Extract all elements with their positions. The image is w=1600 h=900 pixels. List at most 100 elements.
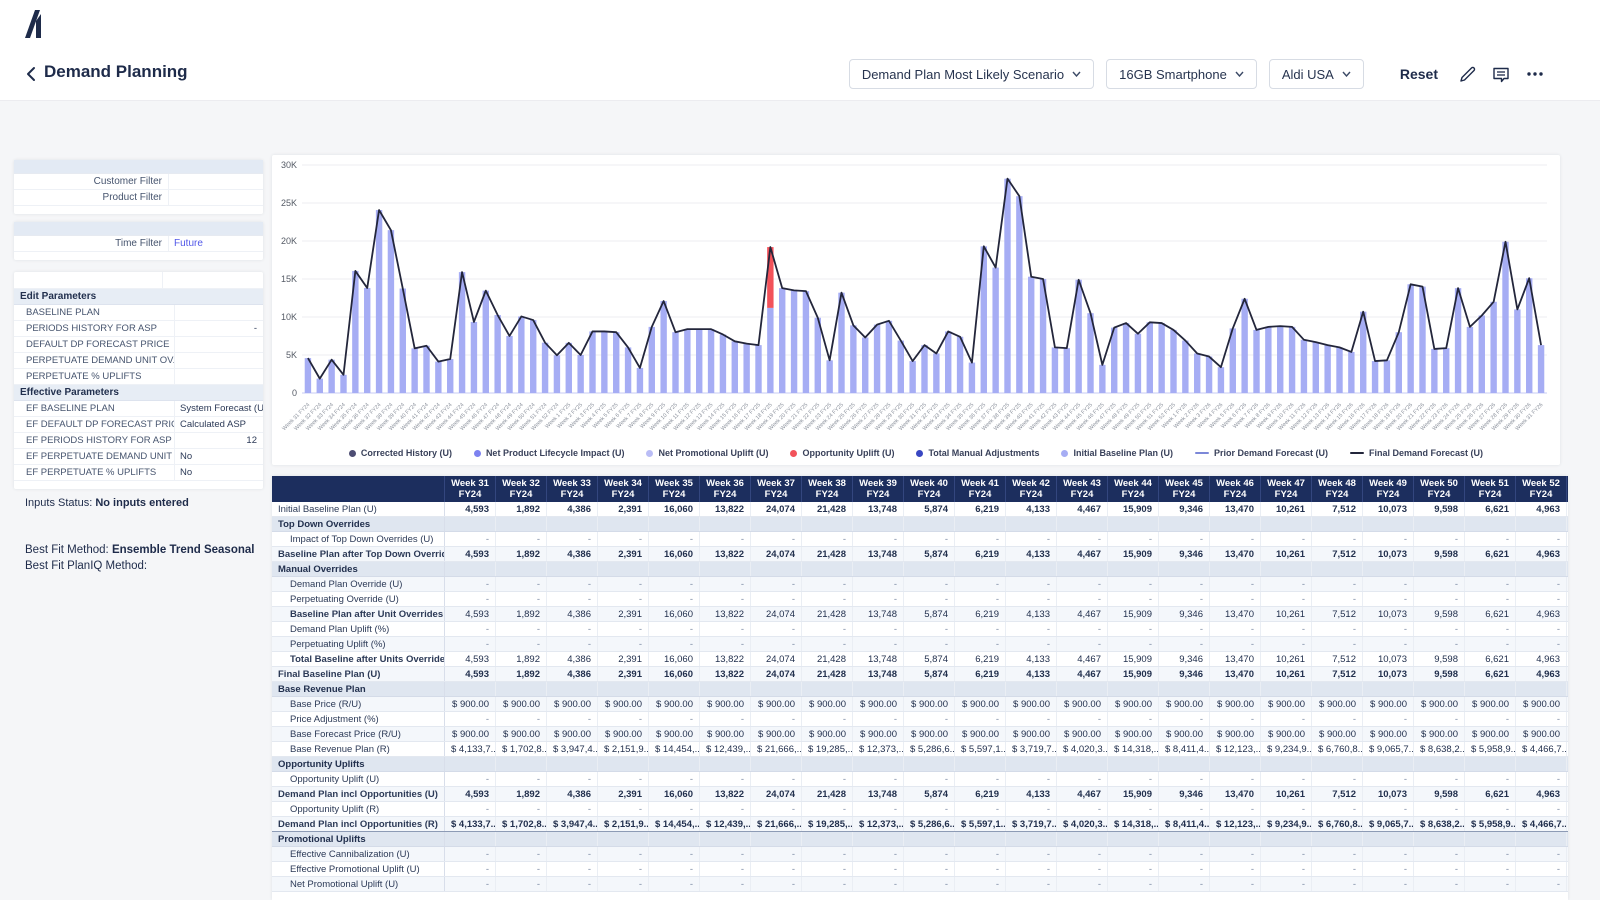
grid-cell[interactable]: - <box>1159 802 1210 817</box>
grid-cell[interactable]: 15,909 <box>1108 667 1159 682</box>
grid-cell[interactable]: - <box>445 862 496 877</box>
grid-cell[interactable] <box>1567 607 1569 622</box>
grid-cell[interactable]: - <box>598 592 649 607</box>
grid-cell[interactable]: $ 900.00 <box>700 697 751 712</box>
legend-item[interactable]: Opportunity Uplift (U) <box>790 448 894 458</box>
grid-cell[interactable]: 6,219 <box>955 787 1006 802</box>
grid-cell[interactable]: 21,428 <box>802 667 853 682</box>
grid-cell[interactable]: - <box>1312 877 1363 892</box>
grid-cell[interactable]: - <box>802 847 853 862</box>
grid-cell[interactable]: - <box>1414 577 1465 592</box>
grid-cell[interactable]: $ 3,947,4... <box>547 817 598 832</box>
grid-cell[interactable]: 2,391 <box>598 547 649 562</box>
legend-item[interactable]: Corrected History (U) <box>349 448 452 458</box>
grid-cell[interactable]: - <box>649 622 700 637</box>
grid-cell[interactable]: - <box>1057 802 1108 817</box>
grid-cell[interactable]: - <box>649 772 700 787</box>
grid-cell[interactable]: - <box>1006 592 1057 607</box>
effective-param-value-cell[interactable]: No <box>174 465 263 480</box>
grid-cell[interactable]: $ 12,439,... <box>700 742 751 757</box>
grid-cell[interactable] <box>1567 547 1569 562</box>
grid-cell[interactable]: $ 19,285,... <box>802 817 853 832</box>
grid-cell[interactable]: $ 900.00 <box>547 697 598 712</box>
grid-cell[interactable]: - <box>1414 802 1465 817</box>
grid-cell[interactable]: - <box>1210 592 1261 607</box>
grid-cell[interactable]: - <box>1057 847 1108 862</box>
grid-cell[interactable]: $ 900.00 <box>1465 697 1516 712</box>
grid-cell[interactable]: $ 19,285,... <box>802 742 853 757</box>
grid-cell[interactable]: 13,470 <box>1210 607 1261 622</box>
grid-cell[interactable]: - <box>751 862 802 877</box>
grid-cell[interactable]: - <box>1567 802 1569 817</box>
grid-cell[interactable]: $ 4,020,3... <box>1057 817 1108 832</box>
grid-cell[interactable]: 2,391 <box>598 787 649 802</box>
grid-cell[interactable]: - <box>1516 622 1567 637</box>
grid-cell[interactable]: 16,060 <box>649 547 700 562</box>
grid-cell[interactable]: 6,621 <box>1465 652 1516 667</box>
grid-cell[interactable]: - <box>1261 802 1312 817</box>
grid-cell[interactable]: 1,892 <box>496 652 547 667</box>
grid-cell[interactable]: $ 9,234,9... <box>1261 817 1312 832</box>
edit-param-value-cell[interactable]: - <box>174 321 263 336</box>
grid-cell[interactable]: - <box>853 577 904 592</box>
grid-cell[interactable]: - <box>751 877 802 892</box>
grid-cell[interactable]: $ 900.00 <box>445 727 496 742</box>
grid-cell[interactable]: $ 7,2... <box>1567 817 1569 832</box>
grid-cell[interactable]: 4,133 <box>1006 502 1057 517</box>
grid-cell[interactable]: - <box>445 847 496 862</box>
back-chevron-icon[interactable] <box>22 64 42 84</box>
grid-cell[interactable]: - <box>496 802 547 817</box>
grid-cell[interactable]: - <box>1567 532 1569 547</box>
grid-cell[interactable]: - <box>496 637 547 652</box>
grid-cell[interactable]: 13,470 <box>1210 667 1261 682</box>
comment-icon[interactable] <box>1490 63 1512 85</box>
time-filter-value-cell[interactable]: Future <box>168 236 263 251</box>
grid-cell[interactable]: - <box>1159 772 1210 787</box>
grid-cell[interactable]: 4,467 <box>1057 547 1108 562</box>
filter-value-cell[interactable] <box>168 190 263 205</box>
grid-cell[interactable]: - <box>751 637 802 652</box>
grid-cell[interactable]: $ 900.00 <box>496 697 547 712</box>
grid-cell[interactable]: 10,073 <box>1363 652 1414 667</box>
grid-cell[interactable]: - <box>1057 532 1108 547</box>
grid-cell[interactable]: - <box>1516 712 1567 727</box>
grid-cell[interactable]: 6,219 <box>955 667 1006 682</box>
grid-cell[interactable]: - <box>649 712 700 727</box>
grid-cell[interactable]: 9,598 <box>1414 787 1465 802</box>
grid-cell[interactable]: 10,261 <box>1261 547 1312 562</box>
grid-cell[interactable]: $ 8,638,2... <box>1414 742 1465 757</box>
grid-cell[interactable]: - <box>1006 577 1057 592</box>
grid-cell[interactable]: - <box>598 532 649 547</box>
grid-cell[interactable]: 5,874 <box>904 502 955 517</box>
grid-cell[interactable]: - <box>496 862 547 877</box>
grid-cell[interactable]: $ 900.00 <box>445 697 496 712</box>
grid-cell[interactable]: - <box>1312 637 1363 652</box>
grid-cell[interactable]: - <box>1465 532 1516 547</box>
week-column-header[interactable]: Week 50FY24 <box>1414 476 1465 502</box>
grid-cell[interactable]: - <box>496 847 547 862</box>
week-column-header[interactable]: Week 44FY24 <box>1108 476 1159 502</box>
grid-cell[interactable]: - <box>598 802 649 817</box>
grid-cell[interactable]: $ 900.00 <box>1516 727 1567 742</box>
grid-cell[interactable]: $ 1,702,8... <box>496 817 547 832</box>
grid-cell[interactable]: - <box>700 532 751 547</box>
grid-cell[interactable]: $ 900.00 <box>802 697 853 712</box>
grid-cell[interactable]: - <box>1261 772 1312 787</box>
grid-cell[interactable]: - <box>547 577 598 592</box>
effective-param-value-cell[interactable]: System Forecast (U) <box>174 401 263 416</box>
week-column-header[interactable]: Week 40FY24 <box>904 476 955 502</box>
grid-cell[interactable]: - <box>955 772 1006 787</box>
customer-dropdown[interactable]: Aldi USA <box>1269 59 1364 89</box>
grid-cell[interactable]: 6,219 <box>955 607 1006 622</box>
grid-cell[interactable]: $ 5,286,6... <box>904 817 955 832</box>
grid-cell[interactable]: - <box>955 802 1006 817</box>
grid-cell[interactable]: 10,073 <box>1363 667 1414 682</box>
grid-cell[interactable]: - <box>955 577 1006 592</box>
grid-cell[interactable] <box>1567 787 1569 802</box>
grid-cell[interactable]: 4,133 <box>1006 652 1057 667</box>
grid-cell[interactable]: - <box>904 862 955 877</box>
week-column-header[interactable]: Week 51FY24 <box>1465 476 1516 502</box>
grid-cell[interactable]: 7,512 <box>1312 652 1363 667</box>
grid-cell[interactable]: 21,428 <box>802 607 853 622</box>
grid-cell[interactable]: - <box>1363 622 1414 637</box>
